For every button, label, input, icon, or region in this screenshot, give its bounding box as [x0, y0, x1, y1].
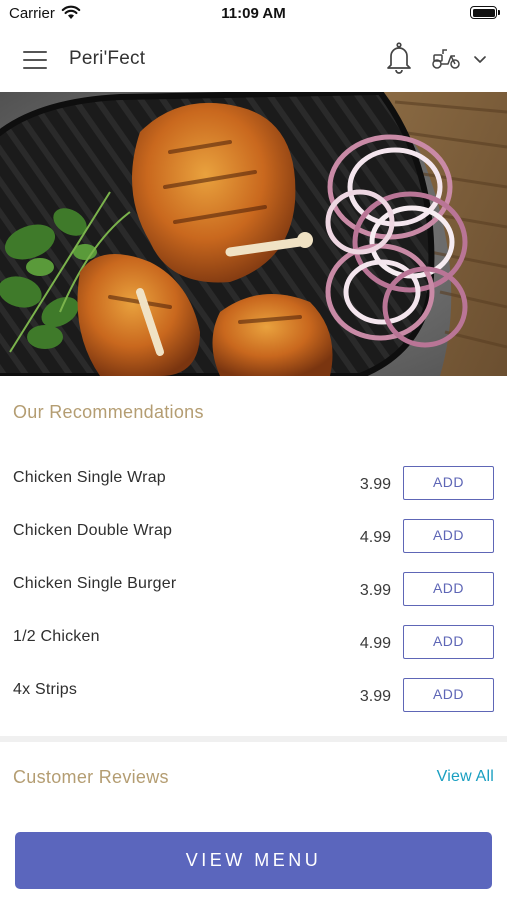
food-photo: [0, 92, 507, 376]
item-name: Chicken Double Wrap: [13, 522, 173, 539]
item-name: 1/2 Chicken: [13, 628, 100, 645]
item-name: Chicken Single Wrap: [13, 469, 166, 486]
recommendation-row: 4x Strips 3.99 ADD: [0, 678, 507, 734]
item-price: 3.99: [359, 582, 391, 599]
reviews-title: Customer Reviews: [13, 767, 169, 787]
recommendation-row: Chicken Double Wrap 4.99 ADD: [0, 519, 507, 575]
recommendations-title: Our Recommendations: [13, 402, 204, 422]
item-name: 4x Strips: [13, 681, 78, 698]
add-button[interactable]: ADD: [403, 466, 494, 500]
status-bar: Carrier 11:09 AM: [0, 0, 507, 26]
status-time: 11:09 AM: [221, 5, 286, 22]
chevron-down-icon[interactable]: [473, 55, 487, 64]
item-price: 4.99: [359, 635, 391, 652]
scooter-icon[interactable]: [431, 48, 461, 70]
recommendation-row: 1/2 Chicken 4.99 ADD: [0, 625, 507, 681]
section-divider: [0, 736, 507, 742]
nav-bar: Peri'Fect: [0, 26, 507, 92]
item-name: Chicken Single Burger: [13, 575, 177, 592]
hero-image: [0, 92, 507, 376]
recommendation-row: Chicken Single Burger 3.99 ADD: [0, 572, 507, 628]
add-button[interactable]: ADD: [403, 572, 494, 606]
battery-icon: [470, 6, 500, 19]
add-button[interactable]: ADD: [403, 678, 494, 712]
hamburger-menu-icon[interactable]: [23, 51, 47, 69]
item-price: 3.99: [359, 476, 391, 493]
item-price: 4.99: [359, 529, 391, 546]
add-button[interactable]: ADD: [403, 625, 494, 659]
app-title: Peri'Fect: [69, 48, 146, 69]
add-button[interactable]: ADD: [403, 519, 494, 553]
recommendation-row: Chicken Single Wrap 3.99 ADD: [0, 466, 507, 522]
view-menu-button[interactable]: VIEW MENU: [15, 832, 492, 889]
bell-icon[interactable]: [386, 42, 412, 74]
view-all-link[interactable]: View All: [437, 768, 494, 786]
item-price: 3.99: [359, 688, 391, 705]
